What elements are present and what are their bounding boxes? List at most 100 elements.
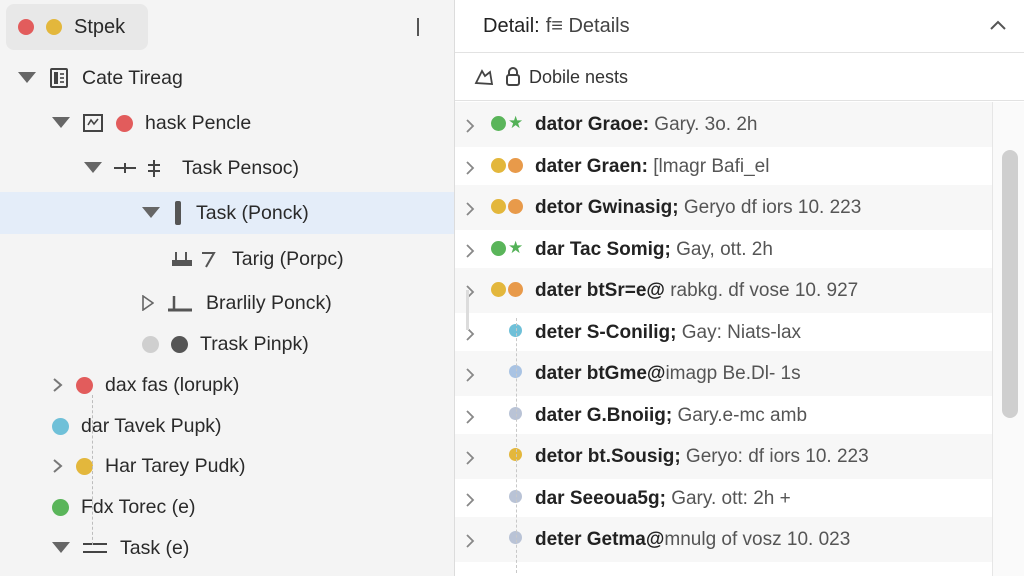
chevron-up-icon[interactable] (988, 16, 1008, 36)
tree-item[interactable]: Task (Ponck) (0, 192, 454, 234)
list-item-title: dator Graoe: (535, 114, 650, 135)
tag-icon[interactable] (473, 66, 495, 88)
chevron-right-icon[interactable] (52, 458, 64, 474)
status-marks (491, 489, 522, 503)
chevron-right-icon[interactable] (465, 117, 475, 139)
status-marks: ★ (491, 239, 523, 256)
detail-toolbar: Dobile nests (455, 54, 1024, 101)
status-dot (508, 157, 523, 173)
chevron-right-icon[interactable] (465, 159, 475, 181)
list-item-meta: Gary. 3o. 2h (649, 114, 758, 135)
status-marks (491, 282, 523, 297)
tree-item[interactable]: Brarlily Ponck) (0, 282, 454, 324)
list-item-text: dar Seeoua5g; Gary. ott: 2h + (535, 488, 791, 510)
board-icon (82, 112, 104, 134)
list-dash-line (516, 318, 517, 573)
list-item-title: dater btGme@ (535, 363, 666, 384)
triangle-down-icon[interactable] (52, 117, 70, 129)
status-marks (491, 199, 523, 214)
tree-item-label: Task Pensoc) (182, 156, 300, 179)
baseline-icon (166, 292, 194, 314)
status-dot (491, 157, 506, 173)
lines-icon (82, 539, 108, 557)
list-item[interactable]: detor Gwinasig; Geryo df iors 10. 223 (455, 185, 993, 230)
list-item[interactable]: dar Seeoua5g; Gary. ott: 2h + (455, 476, 993, 521)
status-dot (142, 335, 159, 353)
tree-item-label: Cate Tireag (82, 66, 183, 89)
tree-item[interactable]: Tarig (Porpc) (0, 238, 454, 280)
status-marks (491, 531, 522, 544)
yellow-status-dot (46, 19, 62, 35)
tree-item[interactable]: Har Tarey Pudk) (0, 445, 454, 487)
list-item-text: dater Graen: [lmagr Bafi_el (535, 156, 769, 178)
scrollbar-thumb[interactable] (1002, 150, 1018, 418)
chevron-right-icon[interactable] (52, 377, 64, 393)
status-marks (491, 157, 523, 173)
tree-item-label: Har Tarey Pudk) (105, 454, 246, 477)
tree-item-label: hask Pencle (145, 111, 252, 134)
bar-icon (172, 200, 184, 226)
tree-item[interactable]: dar Tavek Pupk) (0, 405, 454, 447)
status-dot (76, 457, 93, 475)
triangle-down-icon[interactable] (52, 542, 70, 554)
list-item[interactable]: dater btSr=e@ rabkg. df vose 10. 927 (455, 268, 993, 313)
list-item-meta: Geryo: df iors 10. 223 (680, 446, 869, 467)
list-item-text: detor bt.Sousig; Geryo: df iors 10. 223 (535, 446, 869, 468)
tree-item-label: Trask Pinpk) (200, 332, 309, 355)
list-item-meta: Gary.e-mc amb (672, 404, 808, 426)
list-item[interactable]: deter Getma@mnulg of vosz 10. 023 (455, 517, 993, 562)
chevron-right-icon[interactable] (465, 242, 475, 264)
list-item-title: detor Gwinasig; (535, 197, 679, 218)
status-dot (491, 282, 506, 297)
list-item-text: detor Gwinasig; Geryo df iors 10. 223 (535, 197, 861, 219)
detail-list: ★ dator Graoe: Gary. 3o. 2h dater Graen: [… (455, 102, 993, 576)
list-item-text: dater btGme@imagp Be.Dl- 1s (535, 363, 801, 385)
status-marks: ★ (491, 115, 523, 132)
list-item-title: detor bt.Sousig; (535, 446, 681, 467)
pane-separator-handle[interactable] (417, 18, 419, 36)
list-item-meta: Gary. ott: 2h + (665, 487, 791, 509)
status-dot (491, 199, 506, 214)
triangle-down-icon[interactable] (18, 72, 36, 84)
list-item-text: dator Graoe: Gary. 3o. 2h (535, 114, 757, 136)
tree-item[interactable]: Task (e) (0, 527, 454, 569)
triangle-right-icon[interactable] (142, 295, 154, 311)
status-marks (491, 448, 522, 461)
list-item[interactable]: ★ dar Tac Somig; Gay, ott. 2h (455, 227, 993, 272)
list-item-text: dater G.Bnoiig; Gary.e-mc amb (535, 405, 807, 427)
triangle-down-icon[interactable] (84, 162, 102, 174)
chevron-right-icon[interactable] (465, 491, 475, 513)
status-dot (491, 116, 506, 131)
list-item-title: deter S-Conilig; (535, 321, 677, 343)
chevron-right-icon[interactable] (465, 200, 475, 222)
status-dot (508, 199, 523, 214)
lock-icon[interactable] (505, 67, 521, 87)
tree-item[interactable]: Fdx Torec (e) (0, 486, 454, 528)
list-item[interactable]: ★ dator Graoe: Gary. 3o. 2h (455, 102, 993, 147)
list-item[interactable]: detor bt.Sousig; Geryo: df iors 10. 223 (455, 434, 993, 479)
list-item[interactable]: dater G.Bnoiig; Gary.e-mc amb (455, 393, 993, 438)
tree-item[interactable]: Trask Pinpk) (0, 323, 454, 365)
list-item[interactable]: deter S-Conilig; Gay: Niats-lax (455, 310, 993, 355)
status-marks (491, 365, 522, 378)
tree-item[interactable]: Cate Tireag (0, 57, 454, 99)
chevron-right-icon[interactable] (465, 532, 475, 554)
list-item-meta: Gay, ott. 2h (670, 238, 773, 260)
tree-item[interactable]: hask Pencle (0, 102, 454, 144)
tree-item[interactable]: Task Pensoc) (0, 147, 454, 189)
chevron-right-icon[interactable] (465, 449, 475, 471)
list-item[interactable]: dater Graen: [lmagr Bafi_el (455, 144, 993, 189)
triangle-down-icon[interactable] (142, 207, 160, 219)
connector-icon (170, 248, 220, 270)
chevron-right-icon[interactable] (465, 366, 475, 388)
list-item-text: deter Getma@mnulg of vosz 10. 023 (535, 529, 850, 551)
detail-pane: Detail: f≡ Details Dobile nests ★ dator G… (455, 0, 1024, 576)
chevron-right-icon[interactable] (465, 408, 475, 430)
list-item-text: dar Tac Somig; Gay, ott. 2h (535, 239, 773, 261)
list-item[interactable]: dater btGme@imagp Be.Dl- 1s (455, 351, 993, 396)
tree-item-label: Brarlily Ponck) (206, 291, 332, 314)
status-dot (52, 417, 69, 435)
tree-item[interactable]: dax fas (lorupk) (0, 364, 454, 406)
app-title-pill[interactable]: Stpek (6, 4, 148, 50)
list-item-title: dar Tac Somig; (535, 238, 671, 260)
